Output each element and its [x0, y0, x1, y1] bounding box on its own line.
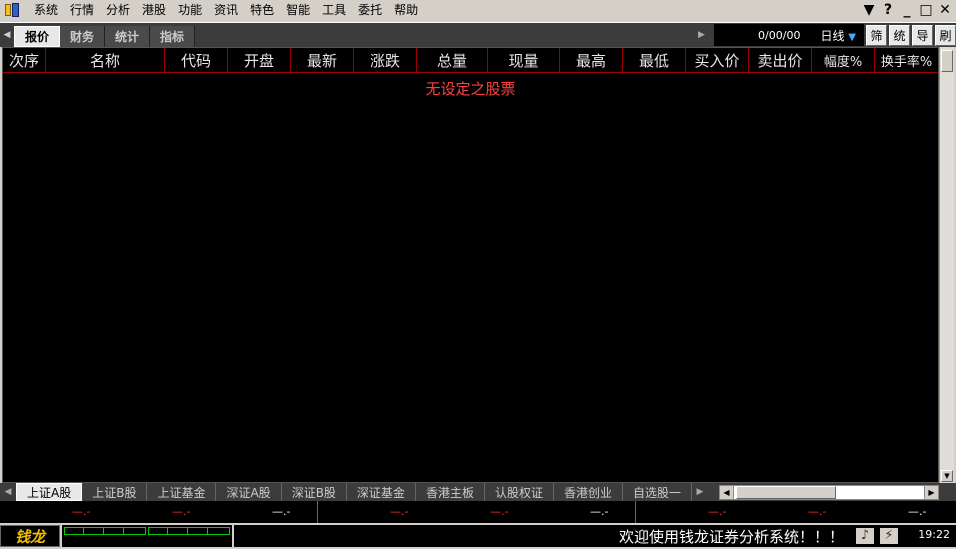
col-ask[interactable]: 卖出价	[749, 48, 812, 73]
minimize-icon[interactable]: _	[900, 1, 914, 19]
maximize-icon[interactable]: □	[919, 1, 933, 19]
progress-bar	[148, 527, 230, 535]
tab-quotes[interactable]: 报价	[14, 25, 61, 47]
play-arrow-icon[interactable]: ▶	[698, 30, 710, 40]
menu-help[interactable]: 帮助	[388, 0, 424, 20]
menu-bar: 系统 行情 分析 港股 功能 资讯 特色 智能 工具 委托 帮助 ▼ ? _ □…	[0, 0, 956, 20]
status-bar: 钱龙 欢迎使用钱龙证券分析系统！！！ ♪ ⚡ 19:22	[0, 523, 956, 549]
col-low[interactable]: 最低	[623, 48, 686, 73]
col-volume[interactable]: 总量	[417, 48, 488, 73]
quote-table[interactable]: 次序 名称 代码 开盘 最新 涨跌 总量 现量 最高 最低 买入价 卖出价 幅度…	[2, 47, 939, 483]
app-window: 系统 行情 分析 港股 功能 资讯 特色 智能 工具 委托 帮助 ▼ ? _ □…	[0, 0, 956, 549]
export-button[interactable]: 导	[912, 24, 933, 46]
window-controls: ▼ ? _ □ ✕	[862, 0, 952, 20]
col-name[interactable]: 名称	[46, 48, 165, 73]
scroll-right-icon[interactable]: ▶	[924, 486, 938, 499]
menu-quotes[interactable]: 行情	[64, 0, 100, 20]
index-strip: —.- —.- —.- —.- —.- —.- —.- —.- —.-	[0, 501, 956, 523]
col-order[interactable]: 次序	[3, 48, 46, 73]
menu-tools[interactable]: 工具	[316, 0, 352, 20]
progress-bar	[64, 527, 146, 535]
market-tab-sz-fund[interactable]: 深证基金	[347, 483, 416, 501]
index-value: —.-	[390, 505, 409, 518]
toolbar-spacer	[195, 22, 698, 48]
filter-button[interactable]: 筛	[866, 24, 887, 46]
refresh-button[interactable]: 刷	[935, 24, 956, 46]
market-tab-sh-a[interactable]: 上证A股	[16, 483, 83, 501]
chevron-down-icon: ▼	[848, 31, 856, 43]
col-turnover[interactable]: 换手率%	[875, 48, 938, 73]
col-open[interactable]: 开盘	[228, 48, 291, 73]
status-icons: ♪ ⚡	[856, 528, 916, 544]
index-value: —.-	[72, 505, 91, 518]
menu-smart[interactable]: 智能	[280, 0, 316, 20]
market-left-arrow-icon[interactable]: ◀	[0, 487, 16, 497]
market-tab-hk-main[interactable]: 香港主板	[416, 483, 485, 501]
index-value: —.-	[272, 505, 291, 518]
col-high[interactable]: 最高	[560, 48, 623, 73]
menu-analysis[interactable]: 分析	[100, 0, 136, 20]
market-tabs: ◀ 上证A股 上证B股 上证基金 深证A股 深证B股 深证基金 香港主板 认股权…	[0, 483, 956, 501]
market-tab-sh-fund[interactable]: 上证基金	[147, 483, 217, 501]
menu-trade[interactable]: 委托	[352, 0, 388, 20]
index-sz[interactable]: —.- —.- —.-	[318, 501, 636, 523]
stats-button[interactable]: 统	[889, 24, 910, 46]
bell-icon[interactable]: ♪	[856, 528, 874, 544]
index-value: —.-	[590, 505, 609, 518]
scroll-down-icon[interactable]: ▼	[941, 470, 953, 482]
market-tab-watchlist[interactable]: 自选股一	[623, 483, 692, 501]
tab-left-arrow-icon[interactable]: ◀	[0, 23, 14, 48]
index-sh[interactable]: —.- —.- —.-	[0, 501, 318, 523]
index-value: —.-	[808, 505, 827, 518]
horizontal-scrollbar[interactable]: ◀ ▶	[719, 485, 939, 500]
tab-statistics[interactable]: 统计	[105, 25, 151, 47]
menu-news[interactable]: 资讯	[208, 0, 244, 20]
clock: 19:22	[918, 528, 950, 541]
scroll-left-icon[interactable]: ◀	[720, 486, 734, 499]
market-tab-warrants[interactable]: 认股权证	[485, 483, 554, 501]
hscroll-thumb[interactable]	[736, 486, 836, 499]
col-latest[interactable]: 最新	[291, 48, 354, 73]
col-amplitude[interactable]: 幅度%	[812, 48, 875, 73]
market-right-arrow-icon[interactable]: ▶	[692, 487, 708, 497]
market-tab-hk-gem[interactable]: 香港创业	[554, 483, 623, 501]
period-select[interactable]: 日线 ▼	[820, 27, 856, 44]
menu-system[interactable]: 系统	[28, 0, 64, 20]
index-value: —.-	[172, 505, 191, 518]
connection-icon[interactable]: ⚡	[880, 528, 898, 544]
help-icon[interactable]: ?	[881, 1, 895, 19]
tab-finance[interactable]: 财务	[60, 25, 106, 47]
col-current-volume[interactable]: 现量	[488, 48, 560, 73]
brand-logo: 钱龙	[0, 525, 60, 547]
market-tab-sz-a[interactable]: 深证A股	[216, 483, 282, 501]
market-bars	[62, 525, 232, 547]
vertical-scrollbar[interactable]: ▼	[939, 47, 954, 483]
menu-hk-stocks[interactable]: 港股	[136, 0, 172, 20]
col-change[interactable]: 涨跌	[354, 48, 417, 73]
toolbar: ◀ 报价 财务 统计 指标 ▶ 0/00/00 日线 ▼ 筛 统 导 刷	[0, 22, 956, 48]
market-tab-sh-b[interactable]: 上证B股	[82, 483, 148, 501]
app-icon[interactable]	[4, 2, 22, 18]
table-header: 次序 名称 代码 开盘 最新 涨跌 总量 现量 最高 最低 买入价 卖出价 幅度…	[3, 48, 938, 73]
welcome-message: 欢迎使用钱龙证券分析系统！！！ ♪ ⚡ 19:22	[234, 525, 956, 547]
close-icon[interactable]: ✕	[938, 1, 952, 19]
date-display[interactable]: 0/00/00 日线 ▼	[714, 24, 864, 46]
index-value: —.-	[908, 505, 927, 518]
index-value: —.-	[708, 505, 727, 518]
market-tab-sz-b[interactable]: 深证B股	[282, 483, 347, 501]
empty-message: 无设定之股票	[425, 80, 516, 98]
date-value: 0/00/00	[758, 28, 801, 42]
dropdown-icon[interactable]: ▼	[862, 1, 876, 19]
index-hk[interactable]: —.- —.- —.-	[636, 501, 956, 523]
col-bid[interactable]: 买入价	[686, 48, 749, 73]
scroll-thumb[interactable]	[941, 50, 953, 72]
menu-functions[interactable]: 功能	[172, 0, 208, 20]
tab-indicators[interactable]: 指标	[150, 25, 196, 47]
menu-features[interactable]: 特色	[244, 0, 280, 20]
index-value: —.-	[490, 505, 509, 518]
col-code[interactable]: 代码	[165, 48, 228, 73]
